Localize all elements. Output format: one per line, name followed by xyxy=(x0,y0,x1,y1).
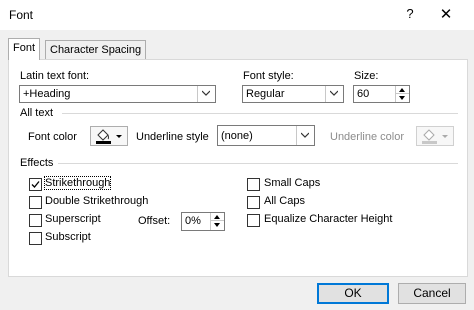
font-style-combo[interactable]: Regular xyxy=(242,85,344,103)
underline-color-label: Underline color xyxy=(330,131,404,143)
size-value: 60 xyxy=(357,88,370,100)
subscript-label[interactable]: Subscript xyxy=(45,231,91,243)
ok-button[interactable]: OK xyxy=(317,283,389,304)
underline-style-label: Underline style xyxy=(136,131,209,143)
offset-value: 0% xyxy=(185,215,201,227)
spin-up-icon[interactable] xyxy=(211,213,224,221)
font-color-label: Font color xyxy=(28,131,77,143)
double-strikethrough-label[interactable]: Double Strikethrough xyxy=(45,195,148,207)
underline-style-value: (none) xyxy=(221,130,253,142)
font-style-label: Font style: xyxy=(243,70,294,82)
tab-character-spacing-label: Character Spacing xyxy=(50,44,142,56)
paint-bucket-icon xyxy=(96,129,122,144)
offset-spin-buttons[interactable] xyxy=(210,213,224,230)
group-divider xyxy=(58,163,458,164)
underline-color-button[interactable] xyxy=(416,126,454,146)
spin-up-icon[interactable] xyxy=(396,86,409,94)
size-spin-buttons[interactable] xyxy=(395,86,409,102)
small-caps-checkbox[interactable] xyxy=(247,178,260,191)
all-caps-label[interactable]: All Caps xyxy=(264,195,305,207)
equalize-height-checkbox[interactable] xyxy=(247,214,260,227)
all-caps-checkbox[interactable] xyxy=(247,196,260,209)
offset-spinner[interactable]: 0% xyxy=(181,212,225,231)
tab-font-label: Font xyxy=(13,42,36,54)
superscript-label[interactable]: Superscript xyxy=(45,213,101,225)
spin-down-icon[interactable] xyxy=(396,94,409,102)
equalize-height-label[interactable]: Equalize Character Height xyxy=(264,213,392,225)
close-button[interactable]: ✕ xyxy=(438,5,454,23)
double-strikethrough-checkbox[interactable] xyxy=(29,196,42,209)
small-caps-label[interactable]: Small Caps xyxy=(264,177,320,189)
latin-font-value: +Heading xyxy=(23,88,71,100)
effects-group-label: Effects xyxy=(20,157,54,169)
tab-character-spacing[interactable]: Character Spacing xyxy=(45,40,147,60)
help-button[interactable]: ? xyxy=(403,6,417,21)
all-text-group-label: All text xyxy=(20,107,54,119)
checkmark-icon xyxy=(31,181,40,188)
group-divider xyxy=(62,113,458,114)
paint-bucket-icon xyxy=(422,129,448,144)
underline-style-combo[interactable]: (none) xyxy=(217,125,315,146)
chevron-down-icon[interactable] xyxy=(296,126,314,145)
chevron-down-icon[interactable] xyxy=(197,86,215,102)
subscript-checkbox[interactable] xyxy=(29,232,42,245)
font-color-button[interactable] xyxy=(90,126,128,146)
spin-down-icon[interactable] xyxy=(211,221,224,229)
strikethrough-label[interactable]: Strikethrough xyxy=(43,176,112,190)
cancel-button[interactable]: Cancel xyxy=(398,283,466,304)
chevron-down-icon[interactable] xyxy=(325,86,343,102)
size-label: Size: xyxy=(354,70,379,82)
window-title: Font xyxy=(9,8,34,22)
superscript-checkbox[interactable] xyxy=(29,214,42,227)
font-style-value: Regular xyxy=(246,88,285,100)
tab-font[interactable]: Font xyxy=(8,38,41,60)
latin-font-label: Latin text font: xyxy=(20,70,90,82)
latin-font-combo[interactable]: +Heading xyxy=(19,85,216,103)
size-spinner[interactable]: 60 xyxy=(353,85,410,103)
strikethrough-checkbox[interactable] xyxy=(29,178,42,191)
offset-label: Offset: xyxy=(138,215,171,227)
